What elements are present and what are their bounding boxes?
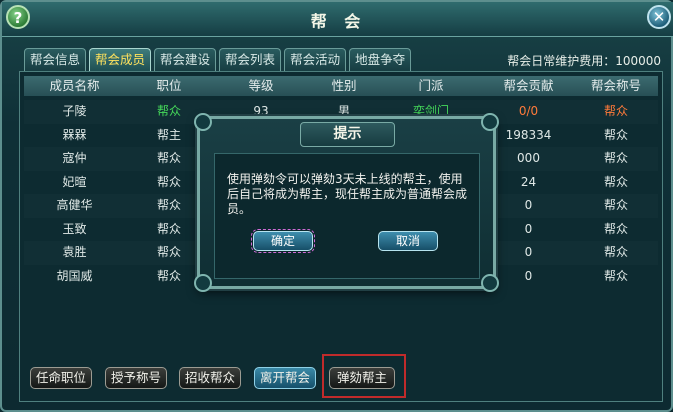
header-sex[interactable]: 性别 [309,76,379,96]
member-contribution: 0 [524,245,533,259]
tab-guild-build[interactable]: 帮会建设 [154,48,217,71]
tab-guild-members[interactable]: 帮会成员 [89,48,152,71]
member-title: 帮众 [603,104,628,118]
member-contribution: 000 [517,151,540,165]
dialog-title: 提示 [300,122,395,147]
corner-ornament-icon [194,113,212,131]
header-position[interactable]: 职位 [125,76,213,96]
header-title[interactable]: 帮会称号 [574,76,658,96]
member-contribution: 0 [524,198,533,212]
maintenance-fee: 帮会日常维护费用：100000 [507,54,661,68]
confirm-dialog: 提示 使用弹劾令可以弹劾3天未上线的帮主，使用后自己将成为帮主，现任帮主成为普通… [194,113,499,292]
header-sect[interactable]: 门派 [379,76,483,96]
appoint-position-button[interactable]: 任命职位 [30,367,92,389]
member-title: 帮众 [603,127,628,142]
member-contribution: 24 [520,174,537,189]
recruit-members-button[interactable]: 招收帮众 [179,367,241,389]
member-title: 帮众 [603,221,628,236]
member-name: 寇仲 [62,151,87,165]
tab-bar: 帮会信息 帮会成员 帮会建设 帮会列表 帮会活动 地盘争夺 [24,48,412,71]
guild-window: ? 帮 会 ✕ 帮会信息 帮会成员 帮会建设 帮会列表 帮会活动 地盘争夺 帮会… [0,0,673,412]
header-name[interactable]: 成员名称 [24,76,125,96]
member-title: 帮众 [603,198,628,212]
title-bar: ? 帮 会 ✕ [2,2,673,37]
member-contribution: 0 [524,221,533,236]
table-header: 成员名称 职位 等级 性别 门派 帮会贡献 帮会称号 [24,76,658,96]
tab-guild-activity[interactable]: 帮会活动 [284,48,347,71]
member-name: 袁胜 [62,245,87,259]
close-icon[interactable]: ✕ [647,5,671,29]
member-name: 子陵 [62,104,87,118]
header-contribution[interactable]: 帮会贡献 [483,76,574,96]
header-level[interactable]: 等级 [213,76,309,96]
tab-guild-info[interactable]: 帮会信息 [24,48,87,71]
window-title: 帮 会 [310,12,367,31]
member-title: 帮众 [603,174,628,189]
corner-ornament-icon [481,274,499,292]
dialog-message: 使用弹劾令可以弹劾3天未上线的帮主，使用后自己将成为帮主，现任帮主成为普通帮会成… [227,172,468,216]
leave-guild-button[interactable]: 离开帮会 [254,367,316,389]
member-name: 玉致 [62,221,87,236]
grant-title-button[interactable]: 授予称号 [105,367,167,389]
member-title: 帮众 [603,245,628,259]
tab-guild-list[interactable]: 帮会列表 [219,48,282,71]
member-name: 妃暄 [62,174,87,189]
member-title: 帮众 [603,151,628,165]
cancel-button[interactable]: 取消 [378,231,438,251]
member-title: 帮众 [603,268,628,283]
dialog-body: 使用弹劾令可以弹劾3天未上线的帮主，使用后自己将成为帮主，现任帮主成为普通帮会成… [214,153,480,279]
member-name: 胡国威 [56,268,93,283]
impeach-leader-button[interactable]: 弹劾帮主 [329,367,395,389]
corner-ornament-icon [194,274,212,292]
confirm-button[interactable]: 确定 [251,229,315,253]
tab-territory[interactable]: 地盘争夺 [349,48,412,71]
member-name: 槑槑 [62,127,87,142]
member-name: 高健华 [56,198,93,212]
corner-ornament-icon [481,113,499,131]
